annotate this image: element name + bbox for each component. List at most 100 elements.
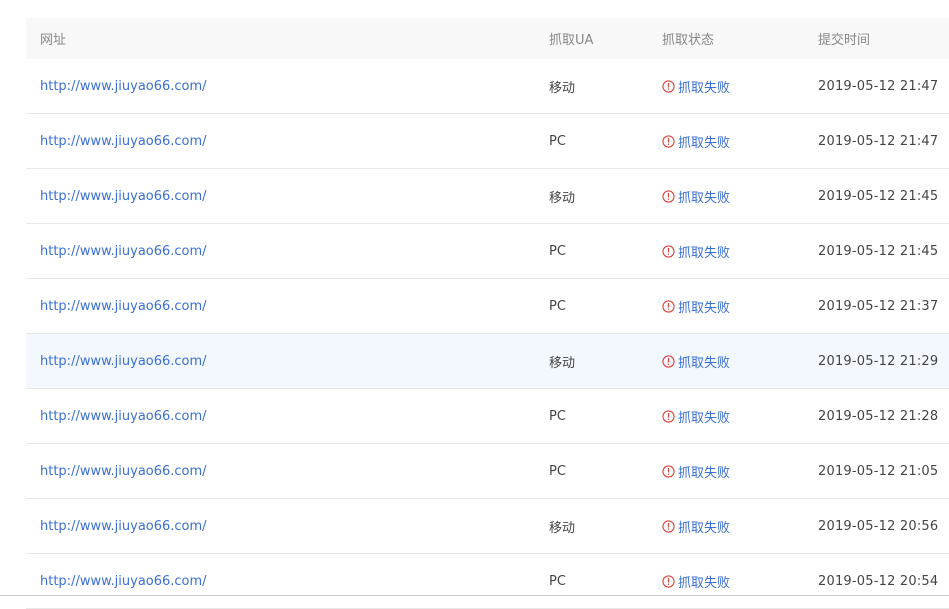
url-cell: http://www.jiuyao66.com/: [26, 189, 536, 204]
exclamation-circle-icon: [662, 354, 675, 368]
header-url: 网址: [40, 33, 67, 48]
status-text: 抓取失败: [678, 135, 731, 151]
time-cell: 2019-05-12 20:56: [805, 519, 949, 534]
url-link[interactable]: http://www.jiuyao66.com/: [40, 189, 207, 204]
status-link[interactable]: 抓取失败: [662, 297, 730, 316]
ua-text: 移动: [549, 520, 576, 536]
status-cell: 抓取失败: [649, 132, 805, 151]
table-row: http://www.jiuyao66.com/移动 抓取失败 2019-05-12…: [26, 59, 949, 114]
exclamation-circle-icon: [662, 409, 675, 423]
status-text: 抓取失败: [678, 575, 731, 591]
status-link[interactable]: 抓取失败: [662, 572, 730, 591]
exclamation-circle-icon: [662, 574, 675, 588]
url-cell: http://www.jiuyao66.com/: [26, 134, 536, 149]
table-row: http://www.jiuyao66.com/移动 抓取失败 2019-05-12…: [26, 334, 949, 389]
ua-text: PC: [549, 243, 566, 259]
status-cell: 抓取失败: [649, 517, 805, 536]
time-cell: 2019-05-12 21:47: [805, 79, 949, 94]
table-row: http://www.jiuyao66.com/PC 抓取失败 2019-05-12…: [26, 114, 949, 169]
url-link[interactable]: http://www.jiuyao66.com/: [40, 519, 207, 534]
time-cell: 2019-05-12 20:54: [805, 574, 949, 589]
time-text: 2019-05-12 20:56: [818, 518, 939, 534]
crawl-results-table: 网址 抓取UA 抓取状态 提交时间 http://www.jiuyao66.co…: [26, 18, 949, 609]
exclamation-circle-icon: [662, 244, 675, 258]
url-cell: http://www.jiuyao66.com/: [26, 299, 536, 314]
time-text: 2019-05-12 21:45: [818, 243, 939, 259]
status-cell: 抓取失败: [649, 77, 805, 96]
url-link[interactable]: http://www.jiuyao66.com/: [40, 409, 207, 424]
url-cell: http://www.jiuyao66.com/: [26, 409, 536, 424]
ua-text: PC: [549, 573, 566, 589]
time-text: 2019-05-12 21:05: [818, 463, 939, 479]
time-cell: 2019-05-12 21:28: [805, 409, 949, 424]
ua-text: PC: [549, 133, 566, 149]
time-text: 2019-05-12 21:37: [818, 298, 939, 314]
url-link[interactable]: http://www.jiuyao66.com/: [40, 79, 207, 94]
exclamation-circle-icon: [662, 79, 675, 93]
status-text: 抓取失败: [678, 80, 731, 96]
time-text: 2019-05-12 21:28: [818, 408, 939, 424]
status-cell: 抓取失败: [649, 242, 805, 261]
status-cell: 抓取失败: [649, 297, 805, 316]
ua-text: PC: [549, 408, 566, 424]
status-cell: 抓取失败: [649, 187, 805, 206]
url-cell: http://www.jiuyao66.com/: [26, 354, 536, 369]
table-row: http://www.jiuyao66.com/PC 抓取失败 2019-05-12…: [26, 224, 949, 279]
status-link[interactable]: 抓取失败: [662, 187, 730, 206]
time-text: 2019-05-12 21:29: [818, 353, 939, 369]
time-cell: 2019-05-12 21:37: [805, 299, 949, 314]
status-text: 抓取失败: [678, 355, 731, 371]
table-row: http://www.jiuyao66.com/PC 抓取失败 2019-05-12…: [26, 444, 949, 499]
ua-cell: PC: [536, 464, 649, 479]
time-cell: 2019-05-12 21:05: [805, 464, 949, 479]
time-text: 2019-05-12 21:47: [818, 78, 939, 94]
exclamation-circle-icon: [662, 189, 675, 203]
table-body: http://www.jiuyao66.com/移动 抓取失败 2019-05-12…: [26, 59, 949, 609]
status-text: 抓取失败: [678, 300, 731, 316]
exclamation-circle-icon: [662, 299, 675, 313]
time-cell: 2019-05-12 21:47: [805, 134, 949, 149]
time-cell: 2019-05-12 21:45: [805, 244, 949, 259]
status-link[interactable]: 抓取失败: [662, 242, 730, 261]
table-row: http://www.jiuyao66.com/PC 抓取失败 2019-05-12…: [26, 554, 949, 609]
header-status: 抓取状态: [662, 33, 715, 48]
url-cell: http://www.jiuyao66.com/: [26, 464, 536, 479]
url-cell: http://www.jiuyao66.com/: [26, 519, 536, 534]
table-row: http://www.jiuyao66.com/PC 抓取失败 2019-05-12…: [26, 389, 949, 444]
status-text: 抓取失败: [678, 520, 731, 536]
url-link[interactable]: http://www.jiuyao66.com/: [40, 574, 207, 589]
ua-text: 移动: [549, 190, 576, 206]
url-cell: http://www.jiuyao66.com/: [26, 574, 536, 589]
status-text: 抓取失败: [678, 465, 731, 481]
table-row: http://www.jiuyao66.com/PC 抓取失败 2019-05-12…: [26, 279, 949, 334]
url-cell: http://www.jiuyao66.com/: [26, 244, 536, 259]
status-link[interactable]: 抓取失败: [662, 77, 730, 96]
ua-cell: 移动: [536, 352, 649, 371]
status-link[interactable]: 抓取失败: [662, 462, 730, 481]
header-ua: 抓取UA: [549, 33, 594, 48]
exclamation-circle-icon: [662, 464, 675, 478]
status-cell: 抓取失败: [649, 462, 805, 481]
table-row: http://www.jiuyao66.com/移动 抓取失败 2019-05-12…: [26, 169, 949, 224]
url-link[interactable]: http://www.jiuyao66.com/: [40, 464, 207, 479]
status-link[interactable]: 抓取失败: [662, 352, 730, 371]
url-link[interactable]: http://www.jiuyao66.com/: [40, 244, 207, 259]
status-link[interactable]: 抓取失败: [662, 132, 730, 151]
url-link[interactable]: http://www.jiuyao66.com/: [40, 134, 207, 149]
ua-cell: PC: [536, 244, 649, 259]
table-header: 网址 抓取UA 抓取状态 提交时间: [26, 18, 949, 59]
status-text: 抓取失败: [678, 245, 731, 261]
ua-cell: PC: [536, 134, 649, 149]
status-link[interactable]: 抓取失败: [662, 517, 730, 536]
status-link[interactable]: 抓取失败: [662, 407, 730, 426]
time-cell: 2019-05-12 21:29: [805, 354, 949, 369]
header-time: 提交时间: [818, 33, 871, 48]
status-text: 抓取失败: [678, 190, 731, 206]
url-link[interactable]: http://www.jiuyao66.com/: [40, 299, 207, 314]
status-cell: 抓取失败: [649, 407, 805, 426]
url-cell: http://www.jiuyao66.com/: [26, 79, 536, 94]
ua-cell: PC: [536, 574, 649, 589]
url-link[interactable]: http://www.jiuyao66.com/: [40, 354, 207, 369]
status-cell: 抓取失败: [649, 352, 805, 371]
time-text: 2019-05-12 21:45: [818, 188, 939, 204]
